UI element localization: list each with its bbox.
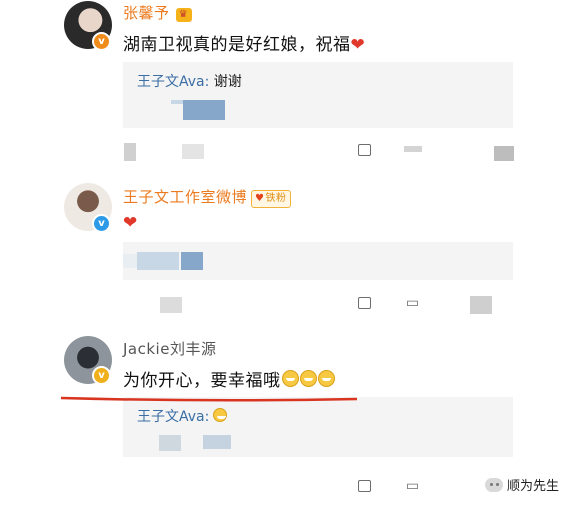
- comment-text: ❤: [123, 213, 138, 233]
- comment-icon[interactable]: ▭: [404, 296, 421, 311]
- smile-emoji-icon: [213, 408, 228, 422]
- blurred-content: [159, 435, 181, 451]
- watermark: 顺为先生: [485, 475, 559, 494]
- verified-badge-icon: v: [92, 366, 111, 385]
- smile-emoji-icon: [299, 370, 317, 387]
- fans-badge: ♥铁粉: [251, 190, 292, 208]
- blurred-content: [404, 146, 422, 152]
- blurred-content: [171, 100, 183, 104]
- comment-icon[interactable]: ▭: [404, 479, 421, 494]
- wechat-icon: [485, 478, 503, 492]
- blurred-content: [182, 144, 204, 159]
- reply-username[interactable]: 王子文Ava:: [137, 409, 209, 425]
- reply-line: 王子文Ava:: [137, 406, 228, 426]
- reply-text: 谢谢: [209, 74, 242, 90]
- blurred-content: [124, 143, 136, 161]
- blurred-content: [203, 435, 231, 449]
- heart-icon: ❤: [350, 35, 366, 55]
- reply-box[interactable]: 王子文Ava:: [123, 397, 513, 457]
- blurred-content: [181, 252, 203, 270]
- username[interactable]: 王子文工作室微博 ♥铁粉: [123, 186, 292, 208]
- username[interactable]: Jackie刘丰源: [123, 338, 216, 359]
- blurred-content: [183, 100, 225, 120]
- blurred-content: [470, 296, 492, 314]
- reply-box[interactable]: 王子文Ava: 谢谢: [123, 62, 513, 128]
- blurred-content: [494, 146, 514, 161]
- comment-item: v 张馨予 ♛ 湖南卫视真的是好红娘，祝福❤ 王子文Ava: 谢谢: [0, 0, 586, 170]
- reply-box[interactable]: [123, 242, 513, 280]
- comment-text: 湖南卫视真的是好红娘，祝福❤: [123, 35, 366, 55]
- share-icon[interactable]: [358, 297, 371, 309]
- share-icon[interactable]: [358, 144, 371, 156]
- smile-emoji-icon: [317, 370, 335, 387]
- verified-badge-icon: v: [92, 214, 111, 233]
- heart-icon: ❤: [123, 213, 138, 233]
- verified-badge-icon: v: [92, 32, 111, 51]
- crown-icon: ♛: [175, 8, 192, 22]
- comment-text: 为你开心，要幸福哦: [123, 366, 335, 391]
- red-underline-annotation: [60, 396, 358, 402]
- blurred-content: [123, 254, 137, 268]
- share-icon[interactable]: [358, 480, 371, 492]
- heart-icon: ♥: [255, 193, 265, 204]
- reply-username[interactable]: 王子文Ava:: [137, 74, 209, 90]
- username[interactable]: 张馨予 ♛: [123, 2, 192, 23]
- reply-line: 王子文Ava: 谢谢: [137, 71, 242, 91]
- smile-emoji-icon: [281, 370, 299, 387]
- comment-item: v 王子文工作室微博 ♥铁粉 ❤ ▭: [0, 175, 586, 325]
- blurred-content: [137, 252, 179, 270]
- blurred-content: [160, 297, 182, 313]
